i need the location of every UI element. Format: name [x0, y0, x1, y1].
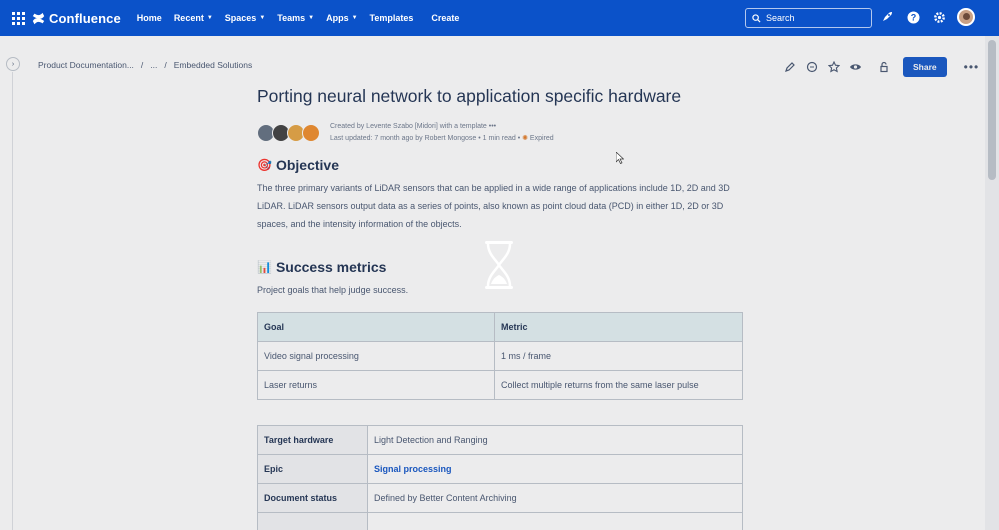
table-cell[interactable]: Laser returns	[257, 370, 495, 400]
scrollbar[interactable]	[985, 36, 999, 530]
search-input[interactable]: Search	[745, 8, 872, 28]
avatar[interactable]	[302, 124, 320, 142]
confluence-logo-icon	[32, 12, 45, 24]
table-row: Laser returns Collect multiple returns f…	[257, 370, 743, 400]
table-cell[interactable]: Video signal processing	[257, 341, 495, 371]
nav-spaces[interactable]: Spaces ▼	[225, 13, 265, 23]
success-metrics-table: Goal Metric Video signal processing 1 ms…	[257, 312, 743, 400]
bar-chart-icon: 📊	[257, 260, 272, 274]
chevron-down-icon: ▼	[351, 15, 358, 21]
status-label: Expired	[529, 135, 554, 142]
property-value[interactable]: Light Detection and Ranging	[367, 425, 743, 455]
settings-gear-icon[interactable]	[931, 9, 947, 25]
property-key: Target hardware	[257, 425, 368, 455]
breadcrumb-page[interactable]: Embedded Solutions	[174, 60, 252, 70]
breadcrumb: Product Documentation... / ... / Embedde…	[38, 60, 252, 70]
nav-spaces-label: Spaces	[224, 13, 257, 23]
created-by: Created by Levente Szabo [Midori] with a…	[330, 123, 487, 130]
svg-text:?: ?	[910, 12, 916, 22]
byline-text: Created by Levente Szabo [Midori] with a…	[330, 123, 554, 142]
epic-link[interactable]: Signal processing	[374, 464, 452, 474]
brand-name: Confluence	[49, 10, 121, 26]
objective-heading: 🎯 Objective	[257, 157, 743, 173]
sidebar-divider	[12, 72, 13, 530]
share-button[interactable]: Share	[903, 57, 947, 77]
watch-eye-icon[interactable]	[849, 61, 862, 74]
property-value[interactable]	[367, 512, 743, 530]
nav-recent-label: Recent	[173, 13, 204, 23]
last-updated: Last updated: 7 month ago by Robert Mong…	[330, 135, 477, 142]
mouse-cursor-icon	[616, 152, 624, 164]
page-toolbar: Share •••	[783, 57, 979, 77]
more-actions-button[interactable]: •••	[964, 60, 980, 74]
comment-icon[interactable]	[805, 61, 818, 74]
breadcrumb-separator: /	[140, 60, 144, 70]
read-time: 1 min read	[482, 135, 516, 142]
nav-templates[interactable]: Templates	[370, 13, 414, 23]
objective-text: The three primary variants of LiDAR sens…	[257, 183, 730, 229]
breadcrumb-space[interactable]: Product Documentation...	[38, 60, 134, 70]
expand-sidebar-button[interactable]: ›	[6, 57, 20, 71]
nav-home-label: Home	[136, 13, 162, 23]
page-title: Porting neural network to application sp…	[257, 86, 682, 106]
contributors-avatars[interactable]	[257, 124, 320, 142]
breadcrumb-separator: /	[164, 60, 167, 70]
status-badge: ✺ Expired	[522, 135, 554, 142]
table-header-row: Goal Metric	[257, 312, 743, 342]
restrictions-lock-icon[interactable]	[877, 61, 890, 74]
app-switcher-icon[interactable]	[0, 0, 36, 36]
property-value[interactable]: Defined by Better Content Archiving	[367, 483, 743, 513]
nav-home[interactable]: Home	[137, 13, 162, 23]
scrollbar-thumb[interactable]	[988, 40, 996, 180]
breadcrumb-ellipsis[interactable]: ...	[150, 60, 157, 70]
byline-more-button[interactable]: •••	[489, 123, 496, 130]
nav-recent[interactable]: Recent ▼	[174, 13, 213, 23]
table-header: Goal	[257, 312, 495, 342]
page-content: Porting neural network to application sp…	[257, 86, 743, 530]
search-icon	[752, 13, 761, 23]
property-key: Document status	[257, 483, 368, 513]
expired-icon: ✺	[522, 135, 528, 142]
property-value-cell: Signal processing	[367, 454, 743, 484]
table-cell[interactable]: Collect multiple returns from the same l…	[494, 370, 743, 400]
hourglass-loading-icon	[485, 241, 513, 289]
chevron-right-icon: ›	[11, 60, 15, 68]
table-row: Video signal processing 1 ms / frame	[257, 341, 743, 371]
table-row: Epic Signal processing	[257, 454, 743, 484]
notifications-rocket-icon[interactable]	[879, 9, 895, 25]
nav-templates-label: Templates	[369, 13, 414, 23]
table-row	[257, 512, 743, 530]
chevron-down-icon: ▼	[206, 15, 213, 21]
nav-teams[interactable]: Teams ▼	[277, 13, 314, 23]
page-properties-table: Target hardware Light Detection and Rang…	[257, 425, 743, 530]
nav-teams-label: Teams	[277, 13, 306, 23]
nav-apps-label: Apps	[326, 13, 349, 23]
nav-apps[interactable]: Apps ▼	[326, 13, 357, 23]
objective-heading-text: Objective	[275, 157, 339, 173]
table-row: Target hardware Light Detection and Rang…	[257, 425, 743, 455]
help-icon[interactable]: ?	[905, 9, 921, 25]
create-button[interactable]: Create	[431, 13, 459, 23]
user-avatar[interactable]	[957, 8, 975, 26]
table-cell[interactable]: 1 ms / frame	[494, 341, 743, 371]
table-header: Metric	[494, 312, 743, 342]
edit-pencil-icon[interactable]	[783, 61, 796, 74]
search-placeholder: Search	[766, 13, 795, 23]
page-byline: Created by Levente Szabo [Midori] with a…	[257, 121, 743, 145]
top-navigation: Confluence Home Recent ▼ Spaces ▼ Teams ▼ A…	[0, 0, 999, 36]
target-icon: 🎯	[257, 158, 272, 172]
property-key	[257, 512, 368, 530]
table-row: Document status Defined by Better Conten…	[257, 483, 743, 513]
chevron-down-icon: ▼	[308, 15, 315, 21]
success-metrics-heading-text: Success metrics	[275, 259, 387, 275]
chevron-down-icon: ▼	[259, 15, 266, 21]
confluence-logo[interactable]: Confluence	[32, 11, 121, 26]
property-key: Epic	[257, 454, 368, 484]
star-icon[interactable]	[827, 61, 840, 74]
